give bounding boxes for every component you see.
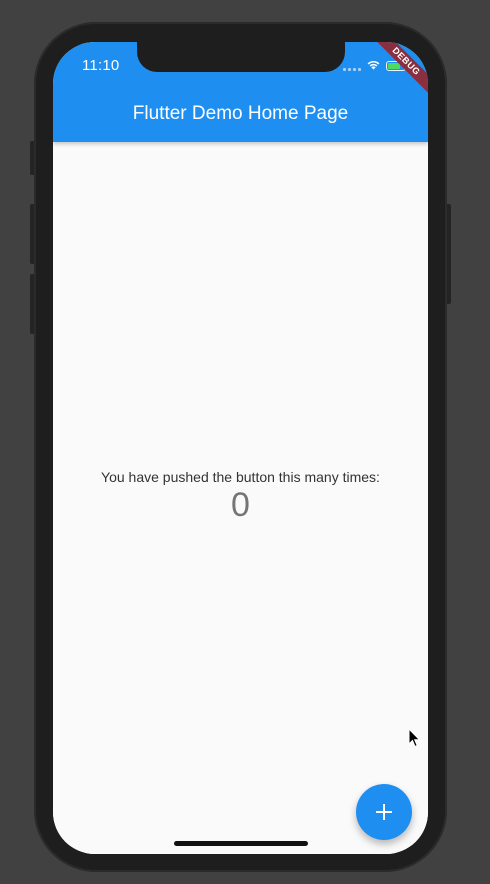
wifi-icon	[366, 57, 381, 75]
app-bar-title: Flutter Demo Home Page	[132, 103, 349, 124]
counter-value: 0	[231, 486, 250, 524]
simulator-stage: DEBUG 11:10 Flutter Demo Home Page You h…	[0, 0, 490, 884]
device-screen: DEBUG 11:10 Flutter Demo Home Page You h…	[53, 42, 428, 854]
counter-caption: You have pushed the button this many tim…	[101, 469, 380, 485]
status-time: 11:10	[82, 57, 120, 74]
device-frame: DEBUG 11:10 Flutter Demo Home Page You h…	[34, 22, 447, 872]
add-icon	[376, 804, 392, 820]
mouse-cursor-icon	[408, 728, 421, 748]
increment-button[interactable]	[356, 784, 412, 840]
page-body: You have pushed the button this many tim…	[53, 142, 428, 854]
home-indicator[interactable]	[174, 841, 308, 846]
signal-icon	[343, 61, 361, 71]
notch	[137, 42, 345, 72]
